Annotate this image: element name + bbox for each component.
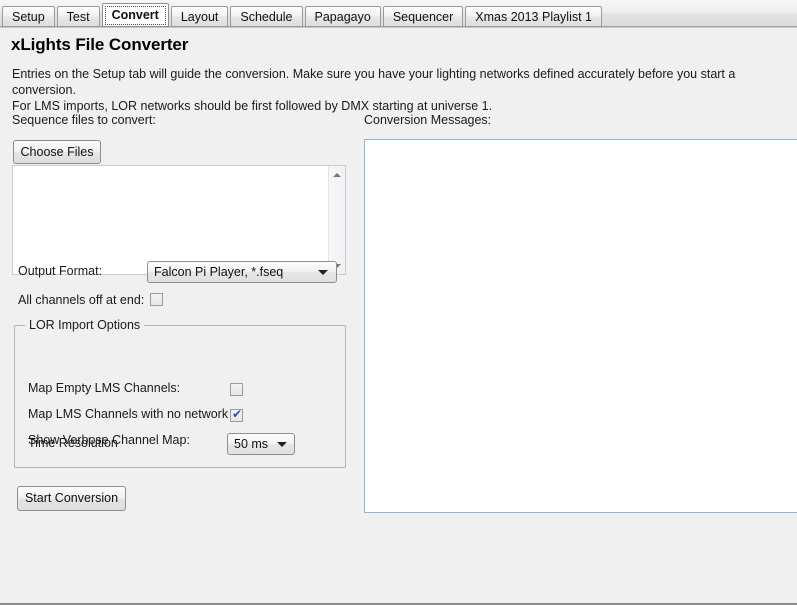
map-lms-channels-no-network-label: Map LMS Channels with no network [28,407,229,421]
map-empty-lms-channels-checkbox[interactable] [230,383,243,396]
tab-setup-label: Setup [12,10,45,24]
lor-import-options-title: LOR Import Options [25,318,145,332]
page-description: Entries on the Setup tab will guide the … [12,66,782,114]
tab-xmas-2013-playlist-1-label: Xmas 2013 Playlist 1 [475,10,593,24]
chevron-down-icon [318,270,328,275]
sequence-files-label: Sequence files to convert: [12,113,156,127]
page-description-line-2: For LMS imports, LOR networks should be … [12,99,493,113]
tab-xmas-2013-playlist-1[interactable]: Xmas 2013 Playlist 1 [465,6,603,27]
tab-schedule[interactable]: Schedule [230,6,303,27]
time-resolution-label: Time Resolution [28,436,118,450]
time-resolution-value: 50 ms [234,437,269,451]
tab-sequencer[interactable]: Sequencer [382,6,464,27]
map-empty-lms-channels-label: Map Empty LMS Channels: [28,381,181,395]
tab-test[interactable]: Test [56,6,100,27]
file-list-scrollbar[interactable] [328,166,345,274]
xlights-window: Setup Test Convert Layout Schedule Papag… [0,0,797,605]
tab-schedule-label: Schedule [240,10,293,24]
tab-sequencer-label: Sequencer [392,10,454,24]
conversion-messages-textarea[interactable] [364,139,797,513]
checkmark-icon: ✔ [232,407,243,421]
tab-test-label: Test [66,10,90,24]
page-title: xLights File Converter [11,35,189,54]
chevron-down-icon [277,442,287,447]
tab-strip: Setup Test Convert Layout Schedule Papag… [2,2,604,27]
tab-setup[interactable]: Setup [2,6,55,27]
conversion-messages-label: Conversion Messages: [364,113,492,127]
map-lms-channels-no-network-checkbox[interactable]: ✔ [230,407,243,422]
tab-convert-label: Convert [111,8,159,22]
output-format-value: Falcon Pi Player, *.fseq [154,265,284,279]
tab-papagayo[interactable]: Papagayo [304,6,381,27]
choose-files-button[interactable]: Choose Files [13,140,101,164]
all-channels-off-checkbox[interactable] [150,293,163,306]
all-channels-off-label: All channels off at end: [18,293,145,307]
tab-convert[interactable]: Convert [101,3,169,27]
scroll-up-icon[interactable] [329,166,345,183]
page-description-line-1: Entries on the Setup tab will guide the … [12,67,736,97]
output-format-select[interactable]: Falcon Pi Player, *.fseq [147,261,337,283]
start-conversion-button[interactable]: Start Conversion [17,486,126,511]
tab-papagayo-label: Papagayo [314,10,371,24]
tab-bar: Setup Test Convert Layout Schedule Papag… [0,0,797,27]
tab-layout[interactable]: Layout [170,6,229,27]
sequence-file-list[interactable] [12,165,346,275]
convert-page: xLights File Converter Entries on the Se… [0,28,797,603]
tab-layout-label: Layout [180,10,219,24]
output-format-label: Output Format: [18,264,103,278]
time-resolution-select[interactable]: 50 ms [227,433,295,455]
